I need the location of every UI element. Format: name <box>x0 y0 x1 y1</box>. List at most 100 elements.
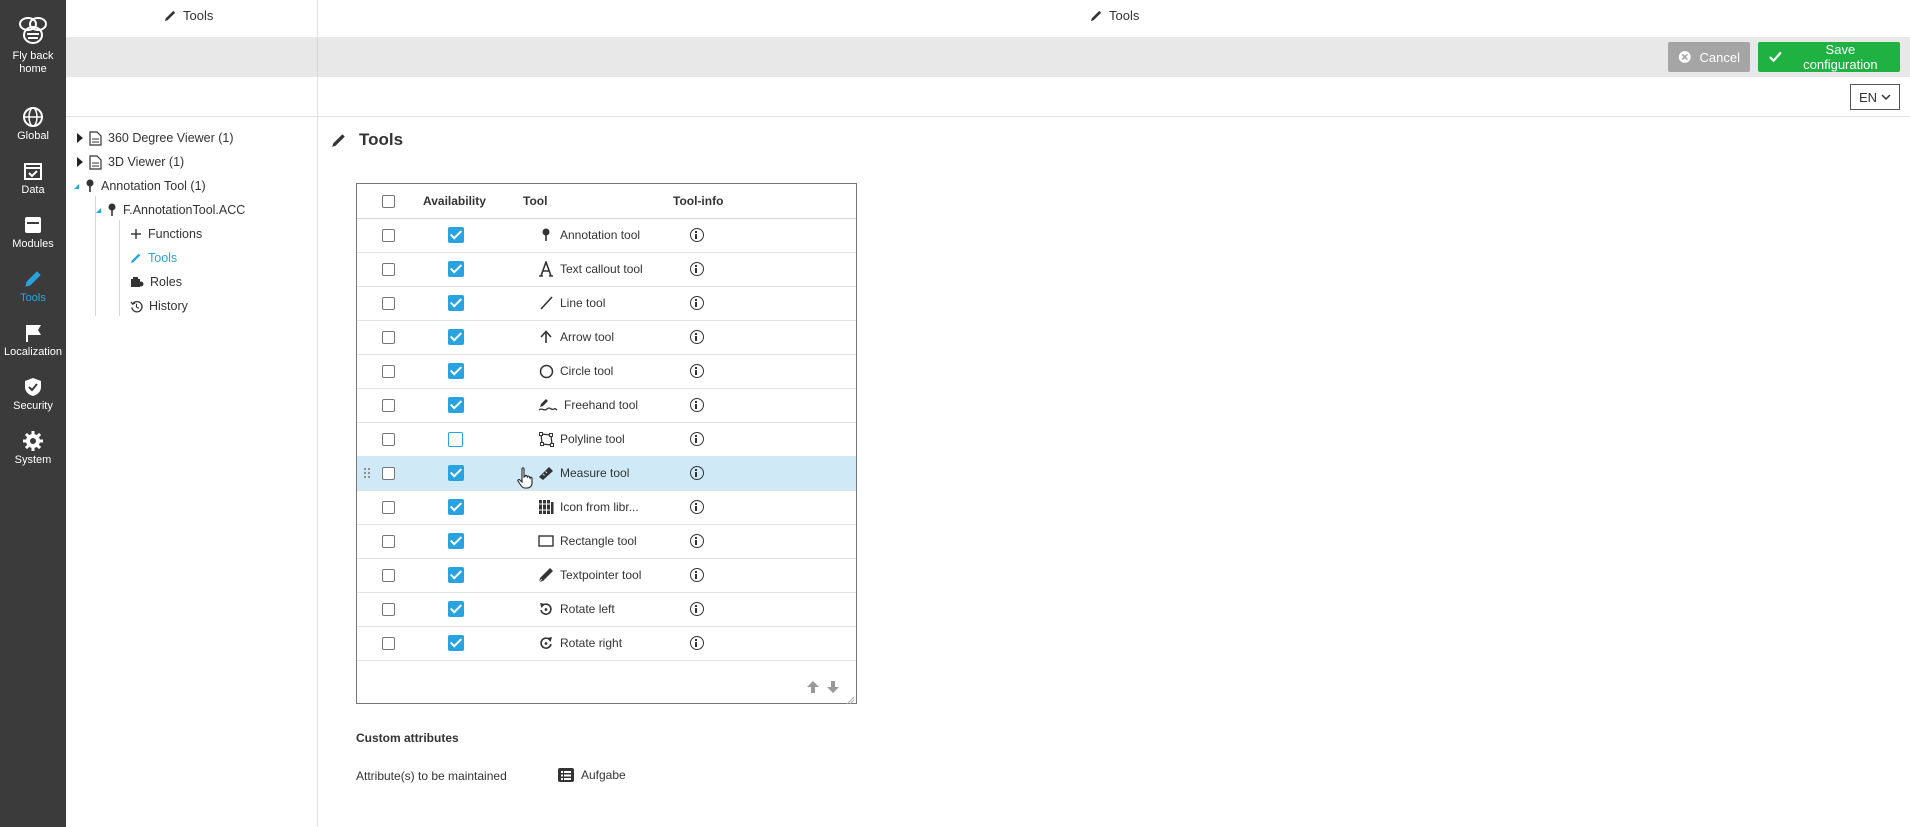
expand-arrow-icon[interactable] <box>77 133 83 143</box>
move-up-icon[interactable] <box>806 680 820 697</box>
table-row[interactable]: Rotate left <box>357 592 856 627</box>
availability-checkbox[interactable] <box>448 227 464 243</box>
table-row[interactable]: Freehand tool <box>357 388 856 423</box>
nav-system[interactable]: System <box>0 430 66 467</box>
column-header-tool[interactable]: Tool <box>523 184 547 218</box>
info-icon[interactable] <box>690 568 704 582</box>
table-row[interactable]: Text callout tool <box>357 252 856 287</box>
move-down-icon[interactable] <box>826 680 840 697</box>
nav-data[interactable]: Data <box>0 160 66 197</box>
table-row[interactable]: Arrow tool <box>357 320 856 355</box>
attribute-value[interactable]: Aufgabe <box>558 768 626 782</box>
collapse-arrow-icon[interactable] <box>74 183 79 189</box>
table-row[interactable]: Annotation tool <box>357 218 856 253</box>
row-select-checkbox[interactable] <box>382 432 395 446</box>
availability-checkbox[interactable] <box>448 295 464 311</box>
nav-label: Data <box>21 184 45 196</box>
nav-label: Security <box>13 400 53 412</box>
info-icon[interactable] <box>690 262 704 276</box>
pencil-icon <box>1090 10 1102 22</box>
availability-checkbox[interactable] <box>448 635 464 651</box>
availability-checkbox[interactable] <box>448 397 464 413</box>
availability-checkbox[interactable] <box>448 363 464 379</box>
info-icon[interactable] <box>690 534 704 548</box>
bee-logo-icon <box>19 17 47 44</box>
nav-modules[interactable]: Modules <box>0 214 66 251</box>
availability-checkbox[interactable] <box>448 431 463 447</box>
tree-node-history[interactable]: History <box>130 296 188 316</box>
main-nav: Fly back home Global Data Modules Tools <box>0 0 66 827</box>
action-toolbar <box>66 37 1910 77</box>
availability-checkbox[interactable] <box>448 261 464 277</box>
table-row[interactable]: Rectangle tool <box>357 524 856 559</box>
table-row[interactable]: Textpointer tool <box>357 558 856 593</box>
row-select-checkbox[interactable] <box>382 398 395 412</box>
info-icon[interactable] <box>690 466 704 480</box>
availability-checkbox[interactable] <box>448 533 464 549</box>
tree-node-tools[interactable]: Tools <box>130 248 177 268</box>
availability-checkbox[interactable] <box>448 499 464 515</box>
tree-node-roles[interactable]: Roles <box>130 272 182 292</box>
row-select-checkbox[interactable] <box>382 228 395 242</box>
info-icon[interactable] <box>690 296 704 310</box>
info-icon[interactable] <box>690 636 704 650</box>
tree-node-functions[interactable]: Functions <box>130 224 202 244</box>
row-select-checkbox[interactable] <box>382 534 395 548</box>
tree-guide-line <box>119 220 120 316</box>
nav-security[interactable]: Security <box>0 376 66 413</box>
row-select-checkbox[interactable] <box>382 636 395 650</box>
cancel-button[interactable]: Cancel <box>1668 42 1750 72</box>
nav-label-line2: home <box>19 63 47 75</box>
drag-handle-icon[interactable] <box>363 456 371 490</box>
row-select-checkbox[interactable] <box>382 262 395 276</box>
table-row[interactable]: Circle tool <box>357 354 856 389</box>
row-select-checkbox[interactable] <box>382 296 395 310</box>
modules-icon <box>25 217 41 233</box>
table-row[interactable]: Polyline tool <box>357 422 856 457</box>
tools-table: Availability Tool Tool-info Annotation t… <box>356 183 857 705</box>
info-icon[interactable] <box>690 364 704 378</box>
column-header-tool-info[interactable]: Tool-info <box>673 184 723 218</box>
language-select[interactable]: EN <box>1850 84 1900 110</box>
table-row-highlighted[interactable]: Measure tool <box>357 456 856 491</box>
row-select-checkbox[interactable] <box>382 330 395 344</box>
column-header-availability[interactable]: Availability <box>423 184 486 218</box>
shield-icon <box>25 378 41 396</box>
tree-node-360-degree-viewer[interactable]: 360 Degree Viewer (1) <box>77 128 234 148</box>
info-icon[interactable] <box>690 432 704 446</box>
tree-node-f-annotationtool-acc[interactable]: F.AnnotationTool.ACC <box>96 200 245 220</box>
table-row[interactable]: Rotate right <box>357 626 856 661</box>
availability-checkbox[interactable] <box>448 329 464 345</box>
nav-fly-back-home[interactable]: Fly back home <box>0 12 66 76</box>
availability-checkbox[interactable] <box>448 567 464 583</box>
row-select-checkbox[interactable] <box>382 500 395 514</box>
row-select-checkbox[interactable] <box>382 568 395 582</box>
collapse-arrow-icon[interactable] <box>96 207 101 213</box>
language-value: EN <box>1858 89 1878 105</box>
tree-node-annotation-tool[interactable]: Annotation Tool (1) <box>74 176 206 196</box>
info-icon[interactable] <box>690 500 704 514</box>
info-icon[interactable] <box>690 602 704 616</box>
library-icon <box>538 499 554 515</box>
resize-handle-icon[interactable] <box>845 693 855 708</box>
info-icon[interactable] <box>690 398 704 412</box>
row-select-checkbox[interactable] <box>382 466 395 480</box>
close-circle-icon <box>1678 51 1691 63</box>
nav-label: Tools <box>20 292 46 304</box>
save-configuration-button[interactable]: Save configuration <box>1758 42 1900 72</box>
availability-checkbox[interactable] <box>448 601 464 617</box>
info-icon[interactable] <box>690 330 704 344</box>
row-select-checkbox[interactable] <box>382 602 395 616</box>
table-row[interactable]: Icon from libr... <box>357 490 856 525</box>
table-row[interactable]: Line tool <box>357 286 856 321</box>
select-all-checkbox[interactable] <box>382 194 395 208</box>
tree-panel-title: Tools <box>164 8 213 23</box>
info-icon[interactable] <box>690 228 704 242</box>
availability-checkbox[interactable] <box>448 465 464 481</box>
nav-localization[interactable]: Localization <box>0 322 66 359</box>
row-select-checkbox[interactable] <box>382 364 395 378</box>
nav-global[interactable]: Global <box>0 106 66 143</box>
tree-node-3d-viewer[interactable]: 3D Viewer (1) <box>77 152 184 172</box>
expand-arrow-icon[interactable] <box>77 157 83 167</box>
nav-tools[interactable]: Tools <box>0 268 66 305</box>
